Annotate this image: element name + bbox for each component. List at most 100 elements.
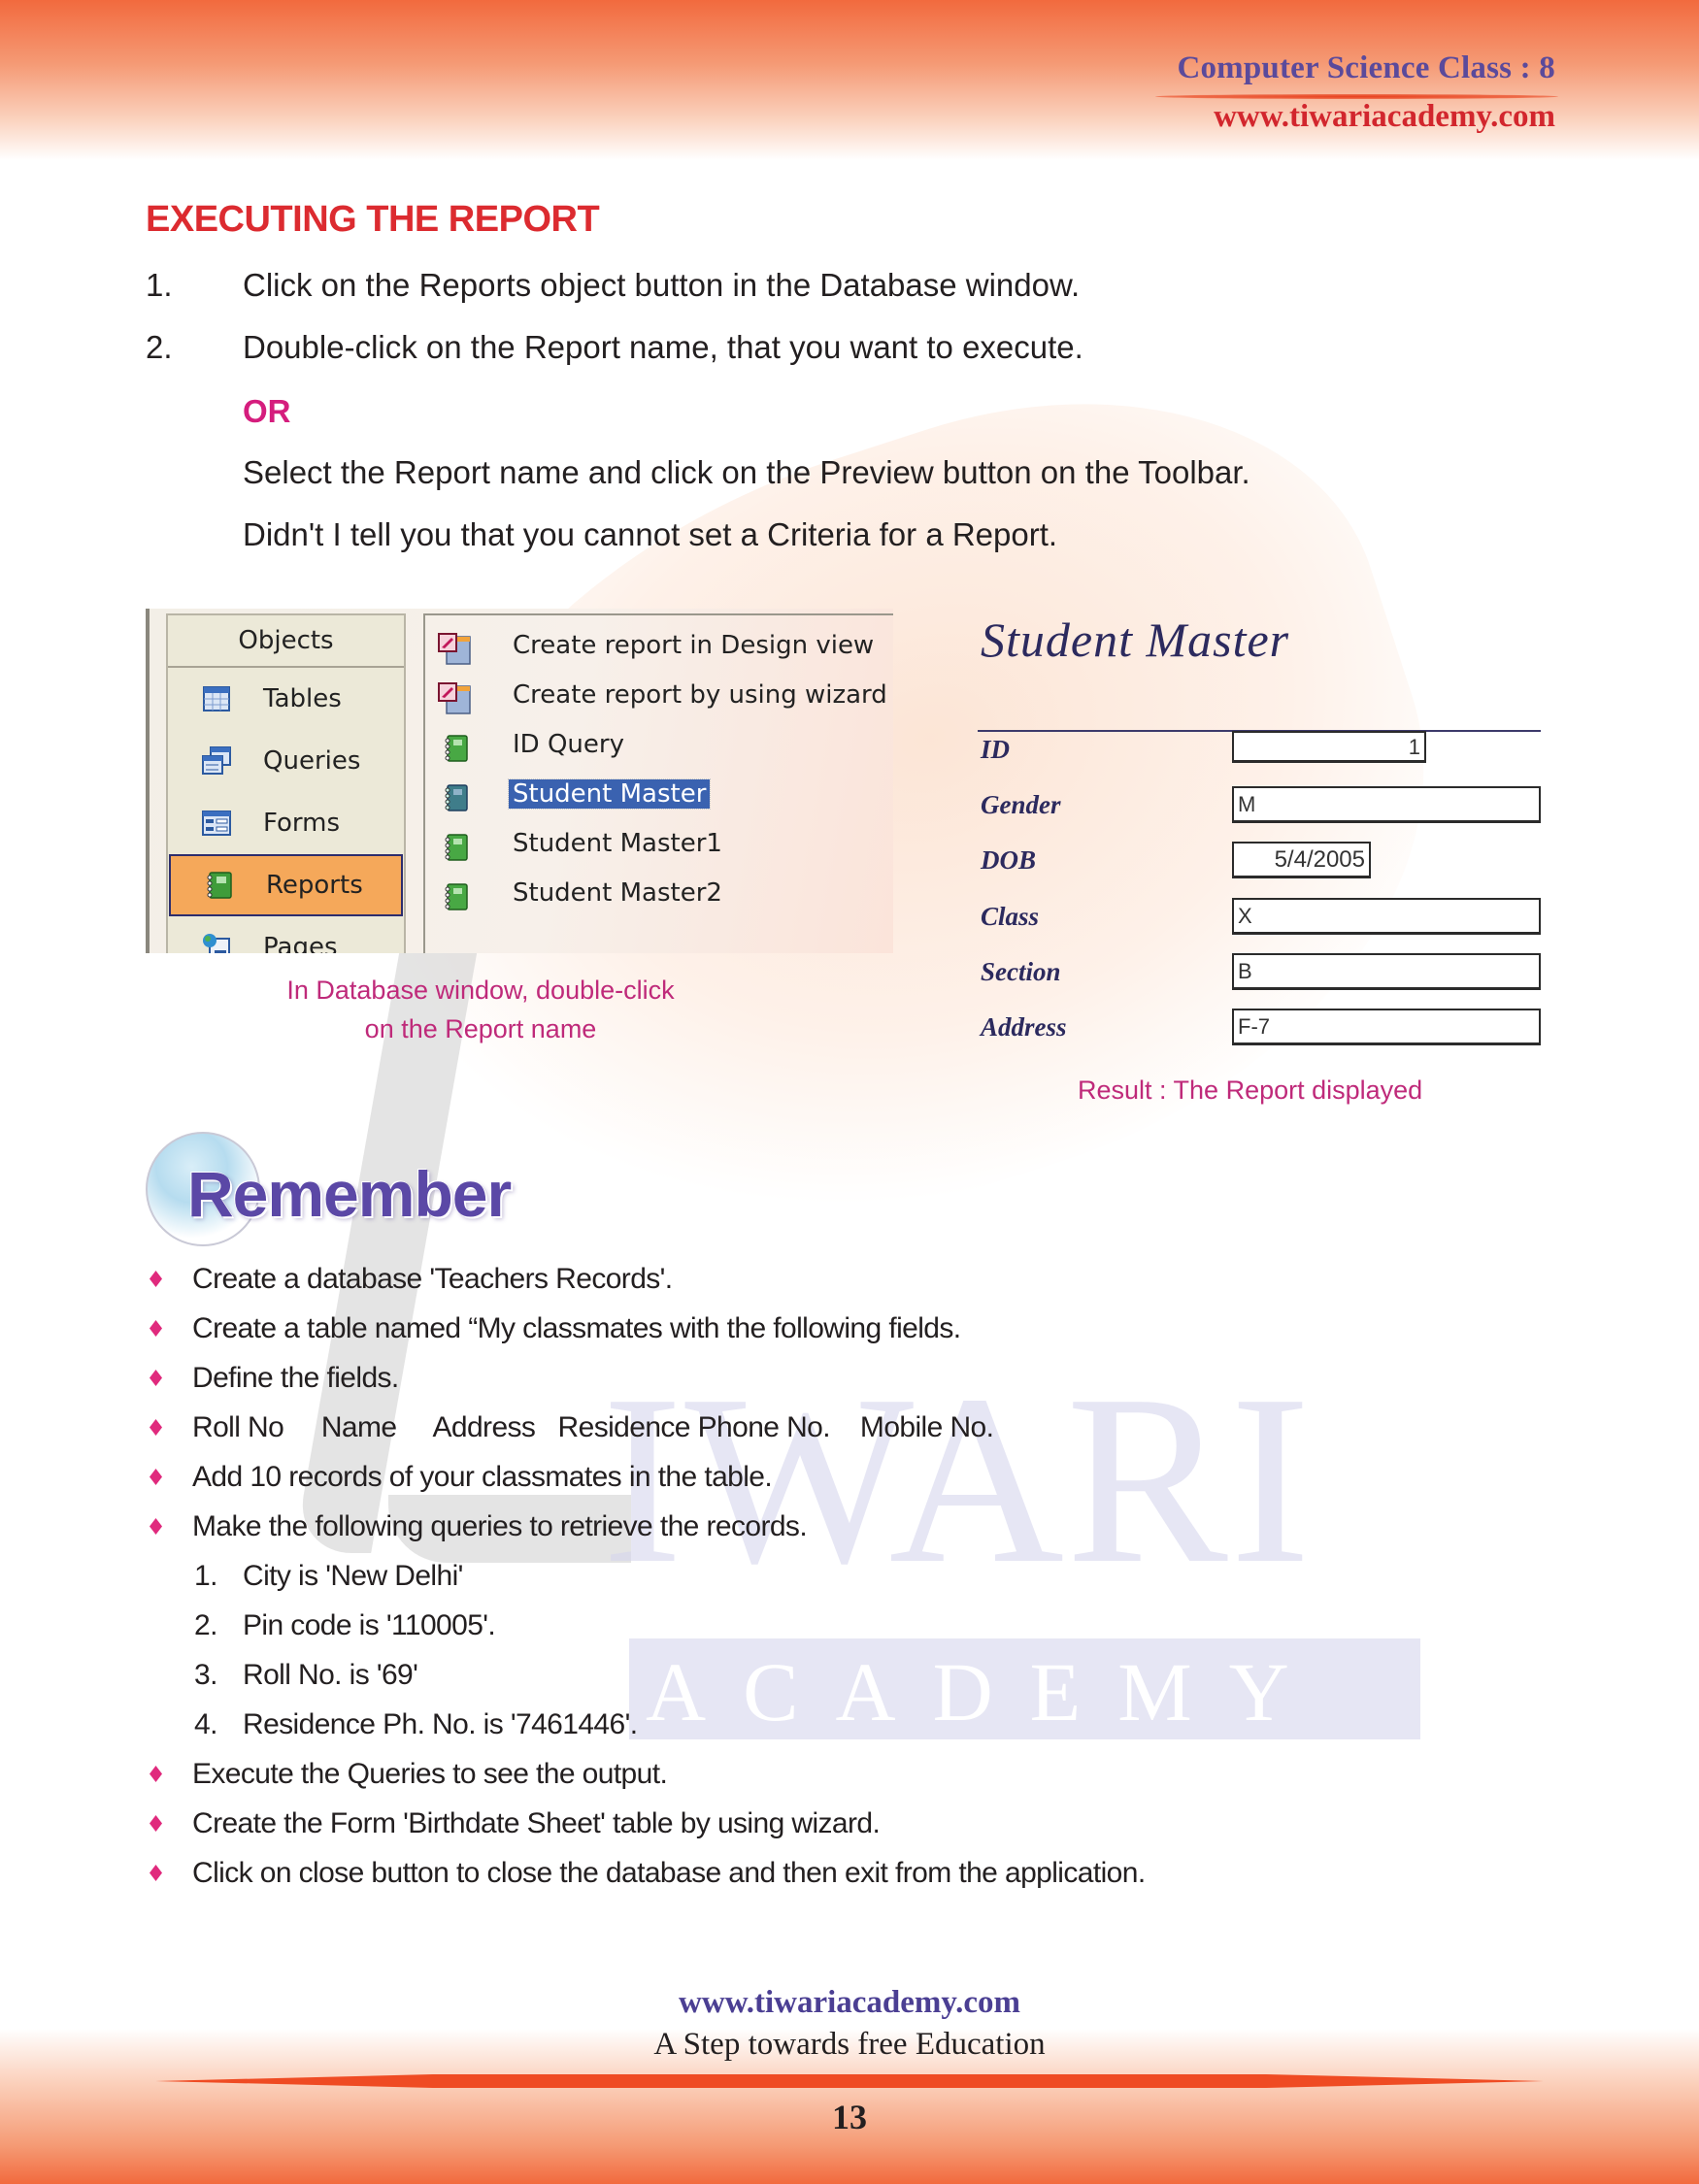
list-item-label: Student Master2 — [513, 878, 722, 908]
bullet-text: Create the Form 'Birthdate Sheet' table … — [192, 1807, 881, 1839]
field-label: Gender — [981, 790, 1061, 819]
field-label: Section — [981, 957, 1061, 986]
diamond-bullet-icon — [150, 1469, 162, 1485]
report-list-pane: Create report in Design view Create repo… — [423, 613, 893, 953]
database-window: Objects Tables Queries Forms Reports Pag… — [146, 609, 893, 953]
page-number: 13 — [832, 2098, 867, 2136]
diamond-bullet-icon — [150, 1320, 162, 1337]
query-text: Residence Ph. No. is '7461446'. — [243, 1708, 638, 1740]
list-item-label: Create report by using wizard — [513, 680, 887, 710]
object-label: Tables — [263, 684, 342, 713]
bullet-text: Make the following queries to retrieve t… — [192, 1510, 808, 1542]
diamond-bullet-icon — [150, 1766, 162, 1782]
section-heading: EXECUTING THE REPORT — [146, 199, 600, 240]
field-value: F-7 — [1232, 1009, 1541, 1045]
field-value: 1 — [1232, 731, 1426, 763]
page-icon — [203, 934, 230, 953]
query-item: 2. Pin code is '110005'. — [146, 1601, 1408, 1650]
list-item: Click on close button to close the datab… — [146, 1848, 1408, 1898]
remember-title: Remember — [187, 1158, 512, 1230]
footer-tagline: A Step towards free Education — [653, 2027, 1046, 2062]
field-label: ID — [981, 735, 1011, 764]
object-reports[interactable]: Reports — [169, 854, 403, 916]
object-queries[interactable]: Queries — [168, 730, 404, 792]
list-item: Roll No Name Address Residence Phone No.… — [146, 1403, 1408, 1452]
report-icon — [445, 883, 468, 910]
form-icon — [202, 811, 231, 836]
list-item-label: Create report in Design view — [513, 631, 875, 660]
list-item: Create a database 'Teachers Records'. — [146, 1254, 1408, 1304]
query-number: 4. — [194, 1708, 217, 1740]
field-label: Class — [981, 902, 1040, 931]
object-label: Reports — [266, 871, 363, 900]
report-icon — [207, 872, 232, 899]
diamond-bullet-icon — [150, 1518, 162, 1535]
query-item: 3. Roll No. is '69' — [146, 1650, 1408, 1700]
report-title: Student Master — [981, 612, 1290, 667]
caption-line-2: on the Report name — [364, 1014, 597, 1043]
diamond-bullet-icon — [150, 1271, 162, 1287]
diamond-bullet-icon — [150, 1815, 162, 1832]
object-label: Pages — [263, 933, 338, 953]
objects-header[interactable]: Objects — [168, 615, 404, 668]
diamond-bullet-icon — [150, 1419, 162, 1436]
query-icon — [202, 746, 231, 775]
report-icon-selected — [445, 784, 468, 811]
list-item-student-master2[interactable]: Student Master2 — [425, 875, 891, 917]
footer-divider — [155, 2074, 1544, 2088]
list-item: Make the following queries to retrieve t… — [146, 1502, 1408, 1551]
header-subject: Computer Science Class : 8 — [1177, 50, 1555, 85]
objects-pane: Objects Tables Queries Forms Reports Pag… — [166, 613, 406, 953]
bullet-text: Define the fields. — [192, 1362, 399, 1394]
list-item-label: ID Query — [513, 730, 624, 759]
object-label: Queries — [263, 746, 361, 776]
bullet-text: Roll No Name Address Residence Phone No.… — [192, 1411, 994, 1443]
report-field-class: Class X — [981, 898, 1544, 937]
list-item-create-design-view[interactable]: Create report in Design view — [425, 627, 891, 670]
list-item-label: Student Master — [507, 778, 712, 810]
caption-line-1: In Database window, double-click — [286, 976, 675, 1005]
step-number: 2. — [146, 329, 173, 365]
report-field-section: Section B — [981, 953, 1544, 992]
field-value: M — [1232, 786, 1541, 823]
report-field-dob: DOB 5/4/2005 — [981, 842, 1544, 880]
field-label: DOB — [981, 845, 1037, 875]
list-item-student-master[interactable]: Student Master — [425, 776, 891, 818]
alternate-step: Select the Report name and click on the … — [243, 454, 1250, 490]
table-icon — [203, 686, 230, 711]
bullet-text: Create a table named “My classmates with… — [192, 1312, 961, 1344]
list-item: Create a table named “My classmates with… — [146, 1304, 1408, 1353]
list-item: Add 10 records of your classmates in the… — [146, 1452, 1408, 1502]
diamond-bullet-icon — [150, 1370, 162, 1386]
step-text: Double-click on the Report name, that yo… — [243, 329, 1083, 365]
report-caption: Result : The Report displayed — [1078, 1075, 1423, 1105]
query-item: 1. City is 'New Delhi' — [146, 1551, 1408, 1601]
step-number: 1. — [146, 267, 173, 303]
database-window-caption: In Database window, double-click on the … — [194, 971, 767, 1048]
report-field-address: Address F-7 — [981, 1009, 1544, 1047]
footer-website-link[interactable]: www.tiwariacademy.com — [0, 1985, 1699, 2021]
step-text: Click on the Reports object button in th… — [243, 267, 1081, 303]
step-2: 2. Double-click on the Report name, that … — [146, 329, 1083, 366]
query-number: 3. — [194, 1659, 217, 1691]
field-label: Address — [981, 1012, 1067, 1042]
list-item-student-master1[interactable]: Student Master1 — [425, 825, 891, 868]
remember-list: Create a database 'Teachers Records'. Cr… — [146, 1254, 1408, 1898]
bullet-text: Execute the Queries to see the output. — [192, 1758, 668, 1790]
field-value: X — [1232, 898, 1541, 935]
report-icon — [445, 834, 468, 861]
list-item-create-wizard[interactable]: Create report by using wizard — [425, 677, 891, 719]
field-value: B — [1232, 953, 1541, 990]
report-field-gender: M Gender — [981, 786, 1544, 825]
list-item-id-query[interactable]: ID Query — [425, 726, 891, 769]
query-item: 4. Residence Ph. No. is '7461446'. — [146, 1700, 1408, 1749]
field-value: 5/4/2005 — [1232, 842, 1371, 878]
report-field-id: ID 1 — [981, 731, 1544, 770]
header-website-link[interactable]: www.tiwariacademy.com — [1214, 99, 1555, 135]
object-tables[interactable]: Tables — [168, 668, 404, 730]
object-forms[interactable]: Forms — [168, 792, 404, 854]
bullet-text: Create a database 'Teachers Records'. — [192, 1263, 673, 1295]
query-number: 2. — [194, 1609, 217, 1641]
object-pages[interactable]: Pages — [168, 916, 404, 953]
criteria-note: Didn't I tell you that you cannot set a … — [243, 516, 1058, 552]
